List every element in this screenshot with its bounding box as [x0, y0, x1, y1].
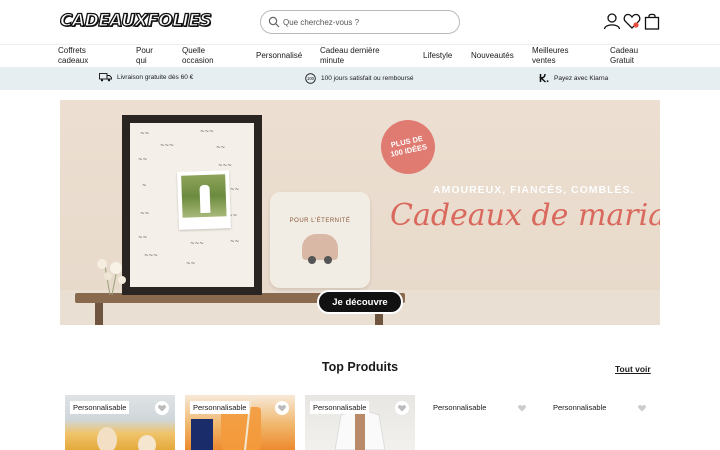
search-icon [268, 16, 280, 28]
nav-item-cadeau-gratuit[interactable]: Cadeau Gratuit [610, 46, 638, 66]
usp-klarna: Payez avec Klarna [539, 73, 608, 83]
product-tag: Personnalisable [433, 403, 487, 412]
satisfaction-icon: 100 [305, 73, 316, 84]
nav-item-pour-qui[interactable]: Pour qui [136, 46, 153, 66]
heart-icon[interactable] [515, 401, 529, 415]
usp-satisfaction-text: 100 jours satisfait ou remboursé [321, 75, 414, 82]
site-header: CADEAUXFOLIES [0, 0, 720, 44]
usp-klarna-text: Payez avec Klarna [554, 74, 609, 82]
hero-banner[interactable]: ~~ ~~~ ~~~ ~~ ~~ ~~~ ~ ~~ ~~ ~~ ~~ ~~~ ~… [60, 100, 660, 325]
product-card[interactable]: Personnalisable [65, 395, 175, 450]
nav-item-nouveautes[interactable]: Nouveautés [471, 51, 514, 61]
car-illustration [302, 234, 338, 264]
product-card[interactable]: Personnalisable [185, 395, 295, 450]
search-bar[interactable] [260, 10, 460, 34]
usp-strip: Livraison gratuite dès 60 € 100 100 jour… [0, 67, 720, 90]
banner-heading: Cadeaux de mariage [390, 198, 660, 233]
search-input[interactable] [283, 13, 453, 31]
nav-item-lifestyle[interactable]: Lifestyle [423, 51, 452, 61]
product-tag: Personnalisable [70, 401, 130, 414]
product-card[interactable]: Personnalisable [305, 395, 415, 450]
nav-item-personnalise[interactable]: Personnalisé [256, 51, 302, 61]
heart-icon[interactable] [155, 401, 169, 415]
see-all-link[interactable]: Tout voir [615, 364, 651, 374]
nav-item-coffrets[interactable]: Coffrets cadeaux [58, 46, 88, 66]
wedding-photo [177, 170, 231, 230]
svg-text:100: 100 [307, 76, 315, 81]
personalized-pillow-image: POUR L'ÉTERNITÉ [270, 192, 370, 288]
section-title: Top Produits [321, 360, 399, 374]
signature-frame-image: ~~ ~~~ ~~~ ~~ ~~ ~~~ ~ ~~ ~~ ~~ ~~ ~~~ ~… [122, 115, 262, 295]
product-tag: Personnalisable [190, 401, 250, 414]
product-card[interactable]: Personnalisable [425, 395, 535, 450]
usp-free-delivery: Livraison gratuite dès 60 € [99, 73, 193, 82]
flowers-decoration [97, 259, 126, 295]
nav-item-meilleures-ventes[interactable]: Meilleures ventes [532, 46, 568, 66]
klarna-icon [539, 73, 549, 83]
user-icon[interactable] [603, 12, 621, 30]
heart-icon[interactable] [275, 401, 289, 415]
ideas-badge-text: PLUS DE 100 IDÉES [389, 133, 428, 159]
product-tag: Personnalisable [310, 401, 370, 414]
banner-subheading: AMOUREUX, FIANCÉS, COMBLÉS. [433, 184, 635, 196]
heart-icon[interactable] [623, 12, 641, 30]
bag-icon[interactable] [643, 12, 661, 30]
discover-button[interactable]: Je découvre [317, 290, 403, 314]
main-nav: Coffrets cadeaux Pour qui Quelle occasio… [0, 44, 720, 66]
pillow-text: POUR L'ÉTERNITÉ [289, 218, 351, 224]
heart-icon[interactable] [635, 401, 649, 415]
product-card[interactable]: Personnalisable [545, 395, 655, 450]
product-tag: Personnalisable [553, 403, 607, 412]
nav-item-occasion[interactable]: Quelle occasion [182, 46, 214, 66]
usp-satisfaction: 100 100 jours satisfait ou remboursé [305, 73, 414, 84]
nav-item-derniere-minute[interactable]: Cadeau dernière minute [320, 46, 380, 66]
heart-icon[interactable] [395, 401, 409, 415]
usp-free-delivery-text: Livraison gratuite dès 60 € [117, 74, 194, 81]
brand-logo[interactable]: CADEAUXFOLIES [59, 10, 212, 31]
truck-icon [99, 73, 112, 82]
